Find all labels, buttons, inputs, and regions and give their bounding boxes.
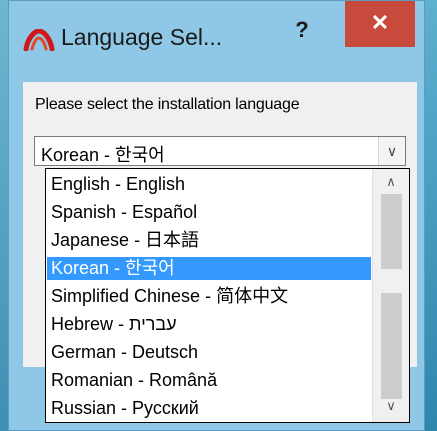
- close-icon: ✕: [370, 10, 390, 35]
- scroll-up-icon[interactable]: ∧: [373, 171, 409, 193]
- scroll-down-icon[interactable]: ∨: [373, 395, 409, 417]
- list-item[interactable]: Hebrew - עברית: [47, 313, 371, 336]
- scrollbar-track-gap: [381, 269, 402, 293]
- list-item-selected[interactable]: Korean - 한국어: [47, 257, 371, 280]
- installer-logo-icon: [23, 29, 55, 51]
- language-dropdown-list[interactable]: English - English Spanish - Español Japane…: [45, 168, 410, 423]
- list-item[interactable]: Russian - Русский: [47, 397, 371, 420]
- help-button[interactable]: ?: [277, 13, 327, 47]
- language-combobox[interactable]: Korean - 한국어 ∨: [34, 136, 406, 166]
- chevron-down-icon[interactable]: ∨: [378, 137, 405, 165]
- list-item[interactable]: Japanese - 日本語: [47, 229, 371, 252]
- list-item[interactable]: German - Deutsch: [47, 341, 371, 364]
- list-item[interactable]: Simplified Chinese - 简体中文: [47, 285, 371, 308]
- vertical-scrollbar[interactable]: ∧ ∨: [372, 169, 409, 422]
- title-bar[interactable]: Language Sel... ? ✕: [9, 1, 424, 81]
- window-title: Language Sel...: [61, 24, 223, 50]
- combobox-value: Korean - 한국어: [41, 145, 165, 165]
- list-item[interactable]: English - English: [47, 173, 371, 196]
- list-item[interactable]: Romanian - Română: [47, 369, 371, 392]
- close-button[interactable]: ✕: [345, 1, 415, 47]
- scrollbar-thumb[interactable]: [381, 194, 402, 399]
- instruction-text: Please select the installation language: [35, 96, 300, 113]
- list-item[interactable]: Spanish - Español: [47, 201, 371, 224]
